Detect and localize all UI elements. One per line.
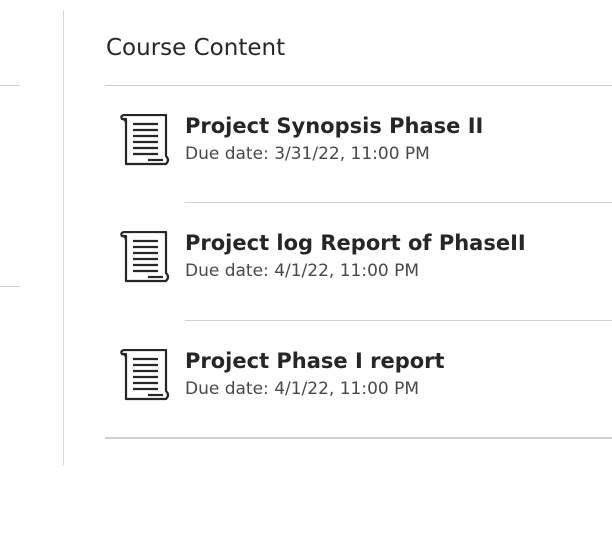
left-panel-divider <box>0 286 20 287</box>
content-item-due-date: Due date: 4/1/22, 11:00 PM <box>185 379 420 399</box>
item-divider <box>185 320 612 321</box>
document-icon <box>118 230 172 287</box>
content-item[interactable]: Project log Report of PhaseII Due date: … <box>105 230 612 331</box>
document-icon <box>118 113 172 170</box>
column-separator <box>63 10 64 465</box>
title-divider <box>105 85 612 86</box>
document-icon <box>118 348 172 405</box>
content-item-due-date: Due date: 3/31/22, 11:00 PM <box>185 144 430 164</box>
content-item-title[interactable]: Project Phase I report <box>185 349 445 373</box>
content-item-title[interactable]: Project Synopsis Phase II <box>185 114 483 138</box>
left-panel-divider <box>0 85 20 86</box>
content-item-title[interactable]: Project log Report of PhaseII <box>185 231 526 255</box>
page: Course Content Project Synopsis Phase II… <box>0 0 612 548</box>
content-item[interactable]: Project Phase I report Due date: 4/1/22,… <box>105 348 612 449</box>
content-item[interactable]: Project Synopsis Phase II Due date: 3/31… <box>105 113 612 214</box>
page-title: Course Content <box>106 35 286 61</box>
list-end-divider <box>105 437 612 439</box>
content-item-due-date: Due date: 4/1/22, 11:00 PM <box>185 261 420 281</box>
item-divider <box>185 202 612 203</box>
